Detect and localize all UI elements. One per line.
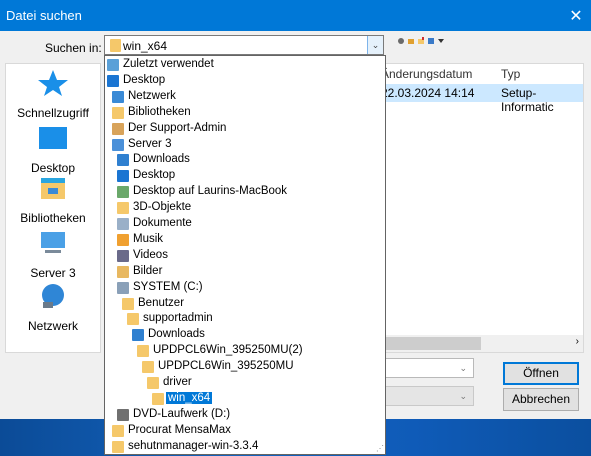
row-date: 22.03.2024 14:14 <box>381 86 475 100</box>
toolbar <box>397 37 445 45</box>
dropdown-item-label: Desktop <box>123 73 166 86</box>
look-in-combo[interactable]: win_x64 ⌄ <box>104 35 384 55</box>
view-menu-icon[interactable] <box>427 37 435 45</box>
dropdown-item-label: SYSTEM (C:) <box>133 280 203 293</box>
folder-icon <box>117 218 129 230</box>
folder-icon <box>117 202 129 215</box>
folder-icon <box>112 106 124 119</box>
dropdown-item-label: Bibliotheken <box>128 105 191 118</box>
folder-icon <box>137 345 149 358</box>
folder-icon <box>142 361 154 374</box>
dropdown-item-label: Musik <box>133 232 164 245</box>
folder-icon <box>112 138 124 151</box>
scroll-right-icon[interactable]: › <box>576 336 579 347</box>
folder-icon <box>117 408 129 421</box>
dropdown-item-label: Downloads <box>133 153 190 166</box>
dropdown-item-label: Netzwerk <box>128 89 176 102</box>
network-icon <box>42 284 64 308</box>
table-row[interactable]: 22.03.2024 14:14 Setup-Informatic <box>377 84 583 114</box>
places-bar: Schnellzugriff Desktop Bibliotheken Serv… <box>5 63 101 353</box>
dropdown-item-label: Benutzer <box>138 296 185 309</box>
back-icon[interactable] <box>397 37 405 45</box>
dropdown-item-label: Procurat MensaMax <box>128 423 231 436</box>
dropdown-item-label: Zuletzt verwendet <box>123 58 214 70</box>
folder-icon <box>117 265 129 278</box>
place-network[interactable]: Netzwerk <box>6 282 100 333</box>
folder-icon <box>107 74 119 87</box>
computer-icon <box>41 232 65 253</box>
place-label: Desktop <box>30 161 76 175</box>
cancel-button[interactable]: Abbrechen <box>503 388 579 411</box>
folder-icon <box>132 329 144 342</box>
dropdown-item-label: Dokumente <box>133 217 192 229</box>
file-type-combo[interactable]: ⌄ <box>376 386 474 406</box>
dropdown-item-label: Desktop auf Laurins-MacBook <box>133 185 288 198</box>
star-icon <box>38 70 68 96</box>
place-quick-access[interactable]: Schnellzugriff <box>6 69 100 120</box>
title-bar: Datei suchen ✕ <box>0 0 591 31</box>
folder-icon <box>117 154 129 167</box>
horizontal-scrollbar[interactable]: › <box>377 335 583 352</box>
dropdown-item-label: UPDPCL6Win_395250MU <box>158 360 294 373</box>
place-libraries[interactable]: Bibliotheken <box>6 174 100 225</box>
folder-icon <box>117 170 129 183</box>
file-list[interactable]: Änderungsdatum Typ 22.03.2024 14:14 Setu… <box>376 63 584 353</box>
new-folder-icon[interactable] <box>417 37 425 45</box>
close-icon[interactable]: ✕ <box>561 0 591 31</box>
folder-icon <box>127 313 139 326</box>
folder-icon <box>147 377 159 389</box>
place-label: Netzwerk <box>27 319 78 333</box>
place-server[interactable]: Server 3 <box>6 229 100 280</box>
dropdown-item-label: supportadmin <box>143 312 213 325</box>
place-label: Schnellzugriff <box>17 106 89 120</box>
libraries-icon <box>41 178 65 199</box>
place-label: Bibliotheken <box>20 211 86 225</box>
folder-icon <box>112 90 124 103</box>
up-folder-icon[interactable] <box>407 37 415 45</box>
folder-icon <box>117 233 129 246</box>
folder-icon <box>112 440 124 453</box>
folder-icon <box>117 249 129 262</box>
chevron-down-icon[interactable]: ⌄ <box>459 391 467 402</box>
look-in-label: Suchen in: <box>45 41 102 55</box>
resize-grip-icon[interactable]: ⋰ <box>376 444 384 453</box>
place-desktop[interactable]: Desktop <box>6 124 100 175</box>
dropdown-item-label: Bilder <box>133 264 163 277</box>
look-in-dropdown-list[interactable]: Zuletzt verwendet Desktop Netzwerk Biblioth… <box>104 55 386 455</box>
window-title: Datei suchen <box>6 8 82 23</box>
dropdown-item-label: win_x64 <box>164 390 214 405</box>
folder-icon <box>110 39 121 52</box>
folder-icon <box>112 122 124 135</box>
folder-icon <box>117 281 129 294</box>
chevron-down-icon[interactable]: ⌄ <box>459 363 467 374</box>
place-label: Server 3 <box>30 266 76 280</box>
folder-icon <box>122 297 134 310</box>
dropdown-item-label: Downloads <box>148 328 205 341</box>
look-in-value: win_x64 <box>123 39 168 53</box>
folder-icon <box>117 186 129 199</box>
dropdown-item-label: Der Support-Admin <box>128 121 227 134</box>
file-name-combo[interactable]: ⌄ <box>376 358 474 378</box>
dropdown-item-label: DVD-Laufwerk (D:) <box>133 407 231 420</box>
folder-icon <box>152 392 164 405</box>
dropdown-item-label: Server 3 <box>128 137 172 150</box>
folder-icon <box>107 59 119 71</box>
dropdown-item-label: sehutnmanager-win-3.3.4 <box>128 439 259 452</box>
desktop-icon <box>39 127 67 149</box>
row-type: Setup-Informatic <box>501 86 554 114</box>
dropdown-item-label: 3D-Objekte <box>133 201 192 214</box>
dropdown-item-label: Videos <box>133 248 168 261</box>
column-header-type[interactable]: Typ <box>501 67 520 81</box>
dropdown-arrow-icon[interactable] <box>437 37 445 45</box>
scrollbar-thumb[interactable] <box>377 337 481 350</box>
folder-icon <box>112 424 124 437</box>
column-header-date[interactable]: Änderungsdatum <box>381 67 472 81</box>
chevron-down-icon[interactable]: ⌄ <box>367 36 383 54</box>
dropdown-item-label: driver <box>163 376 192 388</box>
open-button[interactable]: Öffnen <box>503 362 579 385</box>
dropdown-item-label: Desktop <box>133 169 176 182</box>
dropdown-item-label: UPDPCL6Win_395250MU(2) <box>153 344 303 357</box>
